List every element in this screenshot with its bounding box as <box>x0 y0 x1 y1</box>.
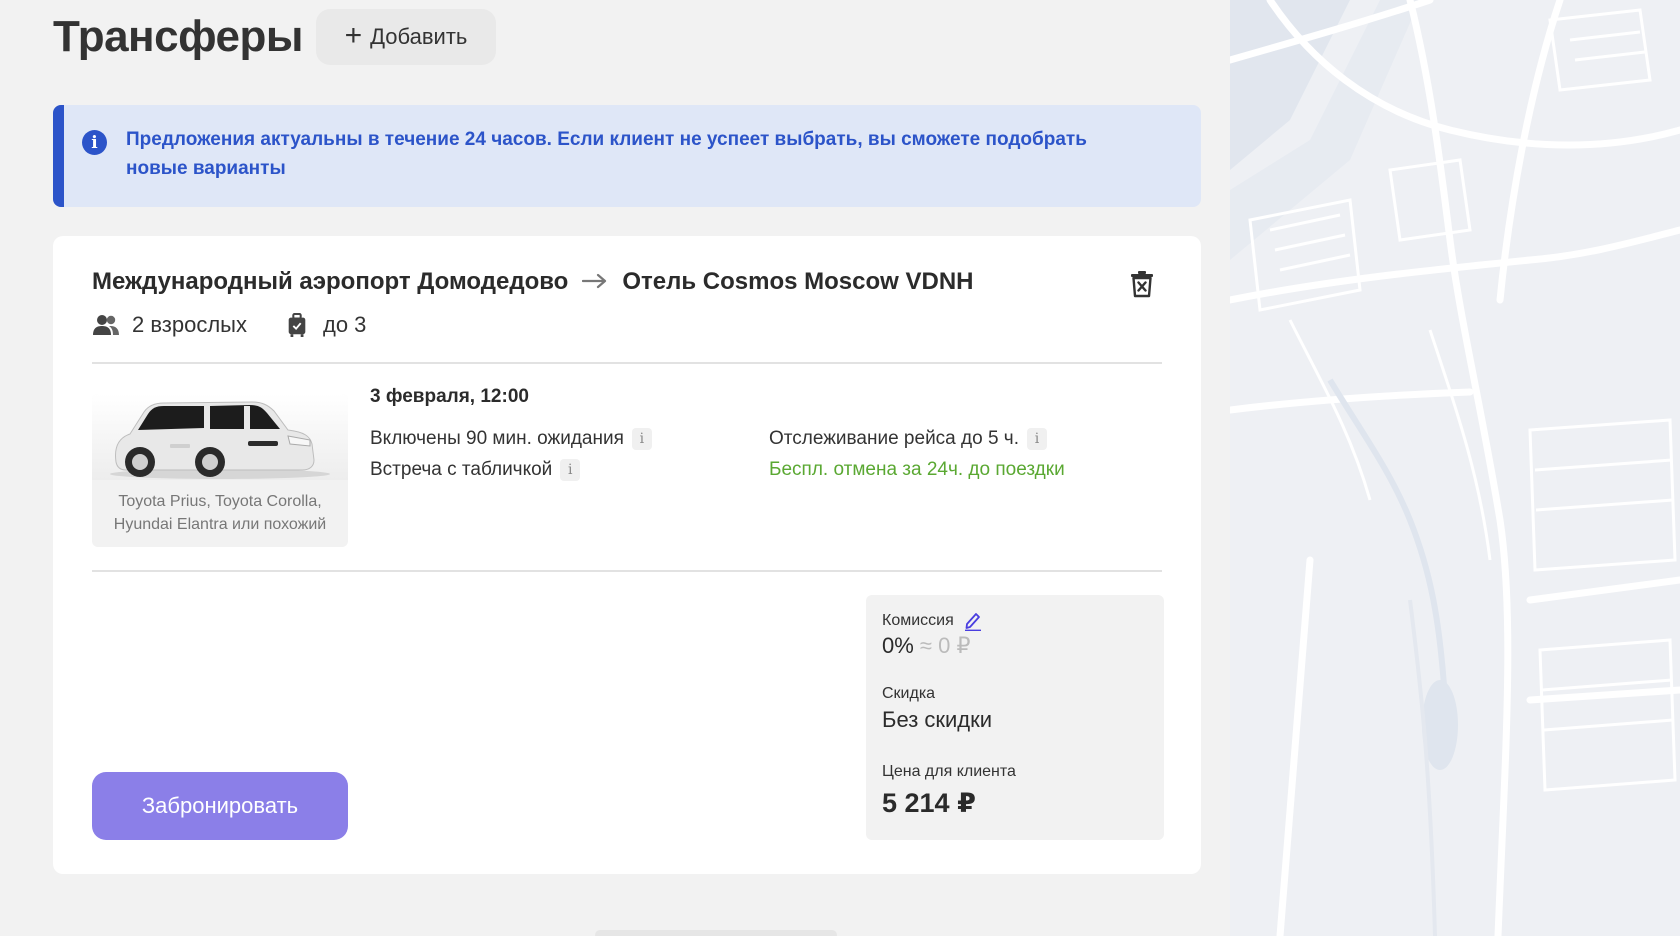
bottom-card-edge <box>595 930 837 936</box>
car-models-line-2: Hyundai Elantra или похожий <box>113 516 327 533</box>
commission-label: Комиссия <box>882 611 982 631</box>
trash-icon[interactable] <box>1130 270 1154 298</box>
page-title: Трансферы <box>53 12 303 61</box>
feature-waiting: Включены 90 мин. ожидания i <box>370 428 652 450</box>
transfer-meta: 2 взрослых до 3 <box>92 312 366 338</box>
feature-tracking: Отслеживание рейса до 5 ч. i <box>769 428 1047 450</box>
arrow-right-icon <box>582 268 608 296</box>
discount-label: Скидка <box>882 685 936 702</box>
feature-free-cancel: Беспл. отмена за 24ч. до поездки <box>769 459 1065 481</box>
add-button-label: Добавить <box>370 24 468 49</box>
car-models-line-1: Toyota Prius, Toyota Corolla, <box>118 493 322 510</box>
commission-approx: ≈ 0 ₽ <box>919 633 971 658</box>
feature-cancel-label: Беспл. отмена за 24ч. до поездки <box>769 459 1065 480</box>
commission-label-text: Комиссия <box>882 612 954 630</box>
car-card: Toyota Prius, Toyota Corolla, Hyundai El… <box>92 394 348 547</box>
feature-tracking-label: Отслеживание рейса до 5 ч. <box>769 428 1019 449</box>
commission-value: 0% ≈ 0 ₽ <box>882 633 970 659</box>
transfer-date: 3 февраля, 12:00 <box>370 386 529 407</box>
route-title: Международный аэропорт Домодедово Отель … <box>92 268 973 296</box>
route-from: Международный аэропорт Домодедово <box>92 268 569 295</box>
info-hint-icon[interactable]: i <box>1026 428 1047 450</box>
feature-sign: Встреча с табличкой i <box>370 459 581 481</box>
client-price-label: Цена для клиента <box>882 763 1016 780</box>
route-to: Отель Cosmos Moscow VDNH <box>622 268 974 295</box>
luggage-count: до 3 <box>323 312 367 337</box>
car-image <box>92 394 348 480</box>
main-panel: Трансферы + Добавить i Предложения актуа… <box>0 0 1230 936</box>
discount-value: Без скидки <box>882 707 993 732</box>
client-price: 5 214 ₽ <box>882 788 976 818</box>
book-button[interactable]: Забронировать <box>92 772 348 840</box>
info-icon: i <box>82 130 107 155</box>
divider-top <box>92 362 1162 364</box>
car-models: Toyota Prius, Toyota Corolla, Hyundai El… <box>92 490 348 536</box>
edit-pencil-icon[interactable] <box>964 611 982 631</box>
luggage-icon <box>288 313 306 337</box>
passengers-count: 2 взрослых <box>132 312 247 337</box>
info-hint-icon[interactable]: i <box>631 428 652 450</box>
add-transfer-button[interactable]: + Добавить <box>316 9 496 65</box>
feature-sign-label: Встреча с табличкой <box>370 459 553 480</box>
banner-text: Предложения актуальны в течение 24 часов… <box>126 129 1087 179</box>
info-hint-icon[interactable]: i <box>560 459 581 481</box>
divider-bottom <box>92 570 1162 572</box>
feature-waiting-label: Включены 90 мин. ожидания <box>370 428 624 449</box>
plus-icon: + <box>344 18 363 52</box>
map-panel[interactable] <box>1230 0 1680 936</box>
people-icon <box>93 315 119 335</box>
commission-percent: 0% <box>882 633 914 658</box>
banner-accent-bar <box>53 105 64 207</box>
